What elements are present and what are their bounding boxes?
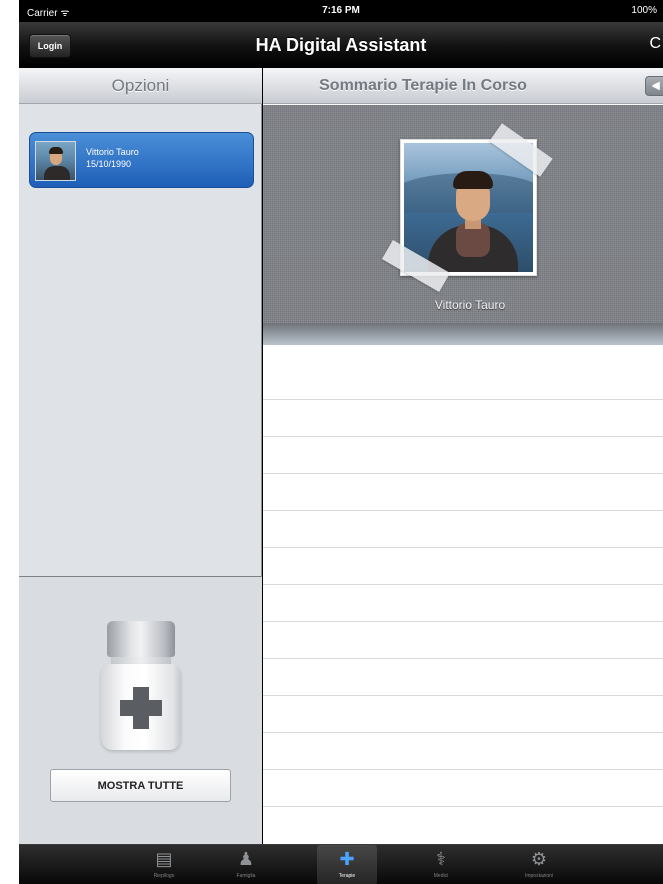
- tab-famiglia[interactable]: ♟ Famiglia: [216, 845, 276, 884]
- tab-riepilogo[interactable]: ▤ Riepilogo: [134, 845, 194, 884]
- doctor-icon: ⚕: [436, 849, 446, 869]
- navigation-bar: Login HA Digital Assistant C: [19, 22, 663, 68]
- tab-label: Impostazioni: [524, 873, 554, 879]
- battery-level: 100%: [631, 5, 657, 16]
- list-row-separator: [263, 695, 663, 696]
- medicine-bottle-icon: [101, 621, 181, 751]
- tab-label: Medici: [433, 873, 449, 879]
- tab-label: Famiglia: [236, 873, 256, 879]
- patient-birthdate: 15/10/1990: [86, 159, 132, 169]
- patient-profile-banner: Vittorio Tauro: [263, 105, 663, 345]
- therapy-summary-title: Sommario Terapie In Corso: [319, 77, 527, 94]
- tab-medici[interactable]: ⚕ Medici: [411, 845, 471, 884]
- tab-terapie[interactable]: ✚ Terapie: [317, 845, 377, 884]
- patient-avatar: [35, 141, 76, 181]
- back-arrow-icon[interactable]: ◀: [645, 76, 663, 96]
- app-title: HA Digital Assistant: [255, 35, 427, 55]
- clipboard-icon: ▤: [155, 849, 173, 869]
- ipad-screen: Carrier ᯤ 7:16 PM 100% Login HA Digital …: [19, 0, 663, 884]
- patient-list-item[interactable]: Vittorio Tauro 15/10/1990: [29, 132, 254, 188]
- detail-panel: Sommario Terapie In Corso ◀ Vittorio Tau…: [263, 68, 663, 844]
- list-row-separator: [263, 473, 663, 474]
- medical-kit-icon: ✚: [339, 849, 355, 869]
- options-header: Opzioni: [19, 68, 262, 104]
- banner-shadow: [263, 323, 663, 345]
- list-row-separator: [263, 584, 663, 585]
- list-row-separator: [263, 769, 663, 770]
- tab-label: Terapie: [338, 873, 356, 879]
- list-row-separator: [263, 732, 663, 733]
- master-panel: Opzioni Vittorio Tauro 15/10/1990 MOSTRA…: [19, 68, 262, 844]
- tab-bar: ▤ Riepilogo ♟ Famiglia ✚ Terapie ⚕ Medic…: [19, 844, 663, 884]
- status-bar: Carrier ᯤ 7:16 PM 100%: [19, 0, 663, 22]
- therapy-summary-header: Sommario Terapie In Corso ◀: [263, 68, 663, 104]
- clock: 7:16 PM: [322, 5, 360, 16]
- therapy-list: [263, 364, 663, 844]
- family-icon: ♟: [237, 849, 255, 869]
- navbar-right-button[interactable]: C: [649, 35, 661, 53]
- therapy-actions-area: MOSTRA TUTTE: [19, 577, 262, 844]
- gear-icon: ⚙: [530, 849, 548, 869]
- list-row-separator: [263, 399, 663, 400]
- list-row-separator: [263, 436, 663, 437]
- list-row-separator: [263, 510, 663, 511]
- list-row-separator: [263, 547, 663, 548]
- tab-label: Riepilogo: [153, 873, 175, 879]
- show-all-button[interactable]: MOSTRA TUTTE: [50, 769, 231, 802]
- list-row-separator: [263, 806, 663, 807]
- list-row-separator: [263, 658, 663, 659]
- list-row-separator: [263, 621, 663, 622]
- tab-impostazioni[interactable]: ⚙ Impostazioni: [509, 845, 569, 884]
- patient-name: Vittorio Tauro: [86, 147, 139, 157]
- profile-patient-name: Vittorio Tauro: [434, 298, 506, 312]
